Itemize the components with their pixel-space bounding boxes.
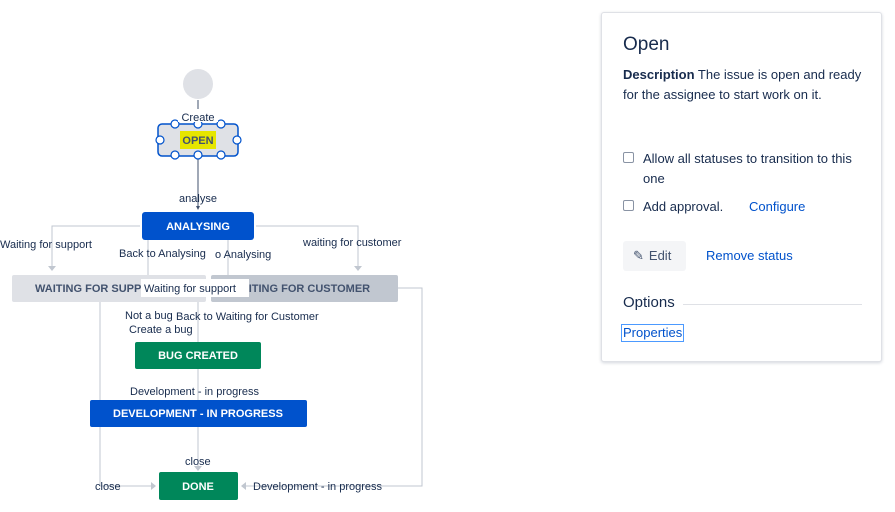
allow-all-checkbox[interactable]	[623, 152, 634, 163]
status-bug-created[interactable]: BUG CREATED	[135, 342, 261, 369]
add-approval-row[interactable]: Add approval. Configure	[623, 197, 868, 217]
properties-link[interactable]: Properties	[621, 324, 685, 342]
status-description: Description The issue is open and ready …	[623, 65, 868, 105]
label-create[interactable]: Create	[181, 112, 214, 124]
remove-status-link[interactable]: Remove status	[706, 248, 793, 263]
label-back-to-analysing-2[interactable]: o Analysing	[215, 249, 271, 261]
handle[interactable]	[170, 150, 180, 160]
edit-button[interactable]: ✎ Edit	[623, 241, 686, 271]
description-label: Description	[623, 67, 695, 82]
allow-all-row[interactable]: Allow all statuses to transition to this…	[623, 149, 868, 189]
status-open[interactable]: OPEN	[155, 119, 242, 160]
label-back-to-analysing-1[interactable]: Back to Analysing	[119, 248, 206, 260]
handle[interactable]	[216, 119, 226, 129]
label-analyse[interactable]: analyse	[179, 193, 217, 205]
status-waiting-customer-label: WAITING FOR CUSTOMER	[231, 283, 370, 295]
label-back-to-waiting-customer[interactable]: Back to Waiting for Customer	[176, 311, 319, 323]
edit-button-label: Edit	[648, 248, 672, 263]
panel-title: Open	[623, 34, 670, 55]
arrow-waiting-customer	[354, 266, 362, 271]
handle[interactable]	[232, 135, 242, 145]
status-open-label: OPEN	[182, 135, 213, 147]
arrow-waiting-support	[48, 266, 56, 271]
pencil-icon: ✎	[633, 248, 644, 263]
allow-all-label[interactable]: Allow all statuses to transition to this…	[643, 149, 863, 189]
handle[interactable]	[216, 150, 226, 160]
label-waiting-for-customer[interactable]: waiting for customer	[302, 237, 402, 249]
status-done-label: DONE	[182, 481, 214, 493]
status-development-label: DEVELOPMENT - IN PROGRESS	[113, 408, 283, 420]
status-bug-created-label: BUG CREATED	[158, 350, 238, 362]
configure-link[interactable]: Configure	[749, 197, 805, 217]
handle[interactable]	[193, 150, 203, 160]
label-close-top[interactable]: close	[185, 456, 211, 468]
label-create-a-bug[interactable]: Create a bug	[129, 324, 193, 336]
options-heading: Options	[623, 294, 683, 311]
status-analysing-label: ANALYSING	[166, 221, 230, 233]
arrow-done-left	[151, 482, 156, 490]
label-waiting-for-support[interactable]: Waiting for support	[0, 239, 92, 251]
status-analysing[interactable]: ANALYSING	[142, 212, 254, 240]
start-node[interactable]	[183, 69, 213, 99]
workflow-diagram[interactable]: OPEN ANALYSING WAITING FOR SUPPORT WAITI…	[0, 0, 590, 512]
handle[interactable]	[170, 119, 180, 129]
status-done[interactable]: DONE	[159, 472, 238, 500]
add-approval-label[interactable]: Add approval.	[643, 197, 723, 217]
label-close-left[interactable]: close	[95, 481, 121, 493]
status-development[interactable]: DEVELOPMENT - IN PROGRESS	[90, 400, 307, 427]
label-not-a-bug[interactable]: Not a bug	[125, 310, 173, 322]
status-details-panel: Open Description The issue is open and r…	[601, 12, 882, 362]
handle[interactable]	[155, 135, 165, 145]
add-approval-checkbox[interactable]	[623, 200, 634, 211]
arrow-analysing	[196, 206, 200, 210]
label-development-in-progress-right[interactable]: Development - in progress	[253, 481, 383, 493]
label-development-in-progress[interactable]: Development - in progress	[130, 386, 260, 398]
label-waiting-support-box[interactable]: Waiting for support	[144, 283, 236, 295]
arrow-done-right	[241, 482, 246, 490]
